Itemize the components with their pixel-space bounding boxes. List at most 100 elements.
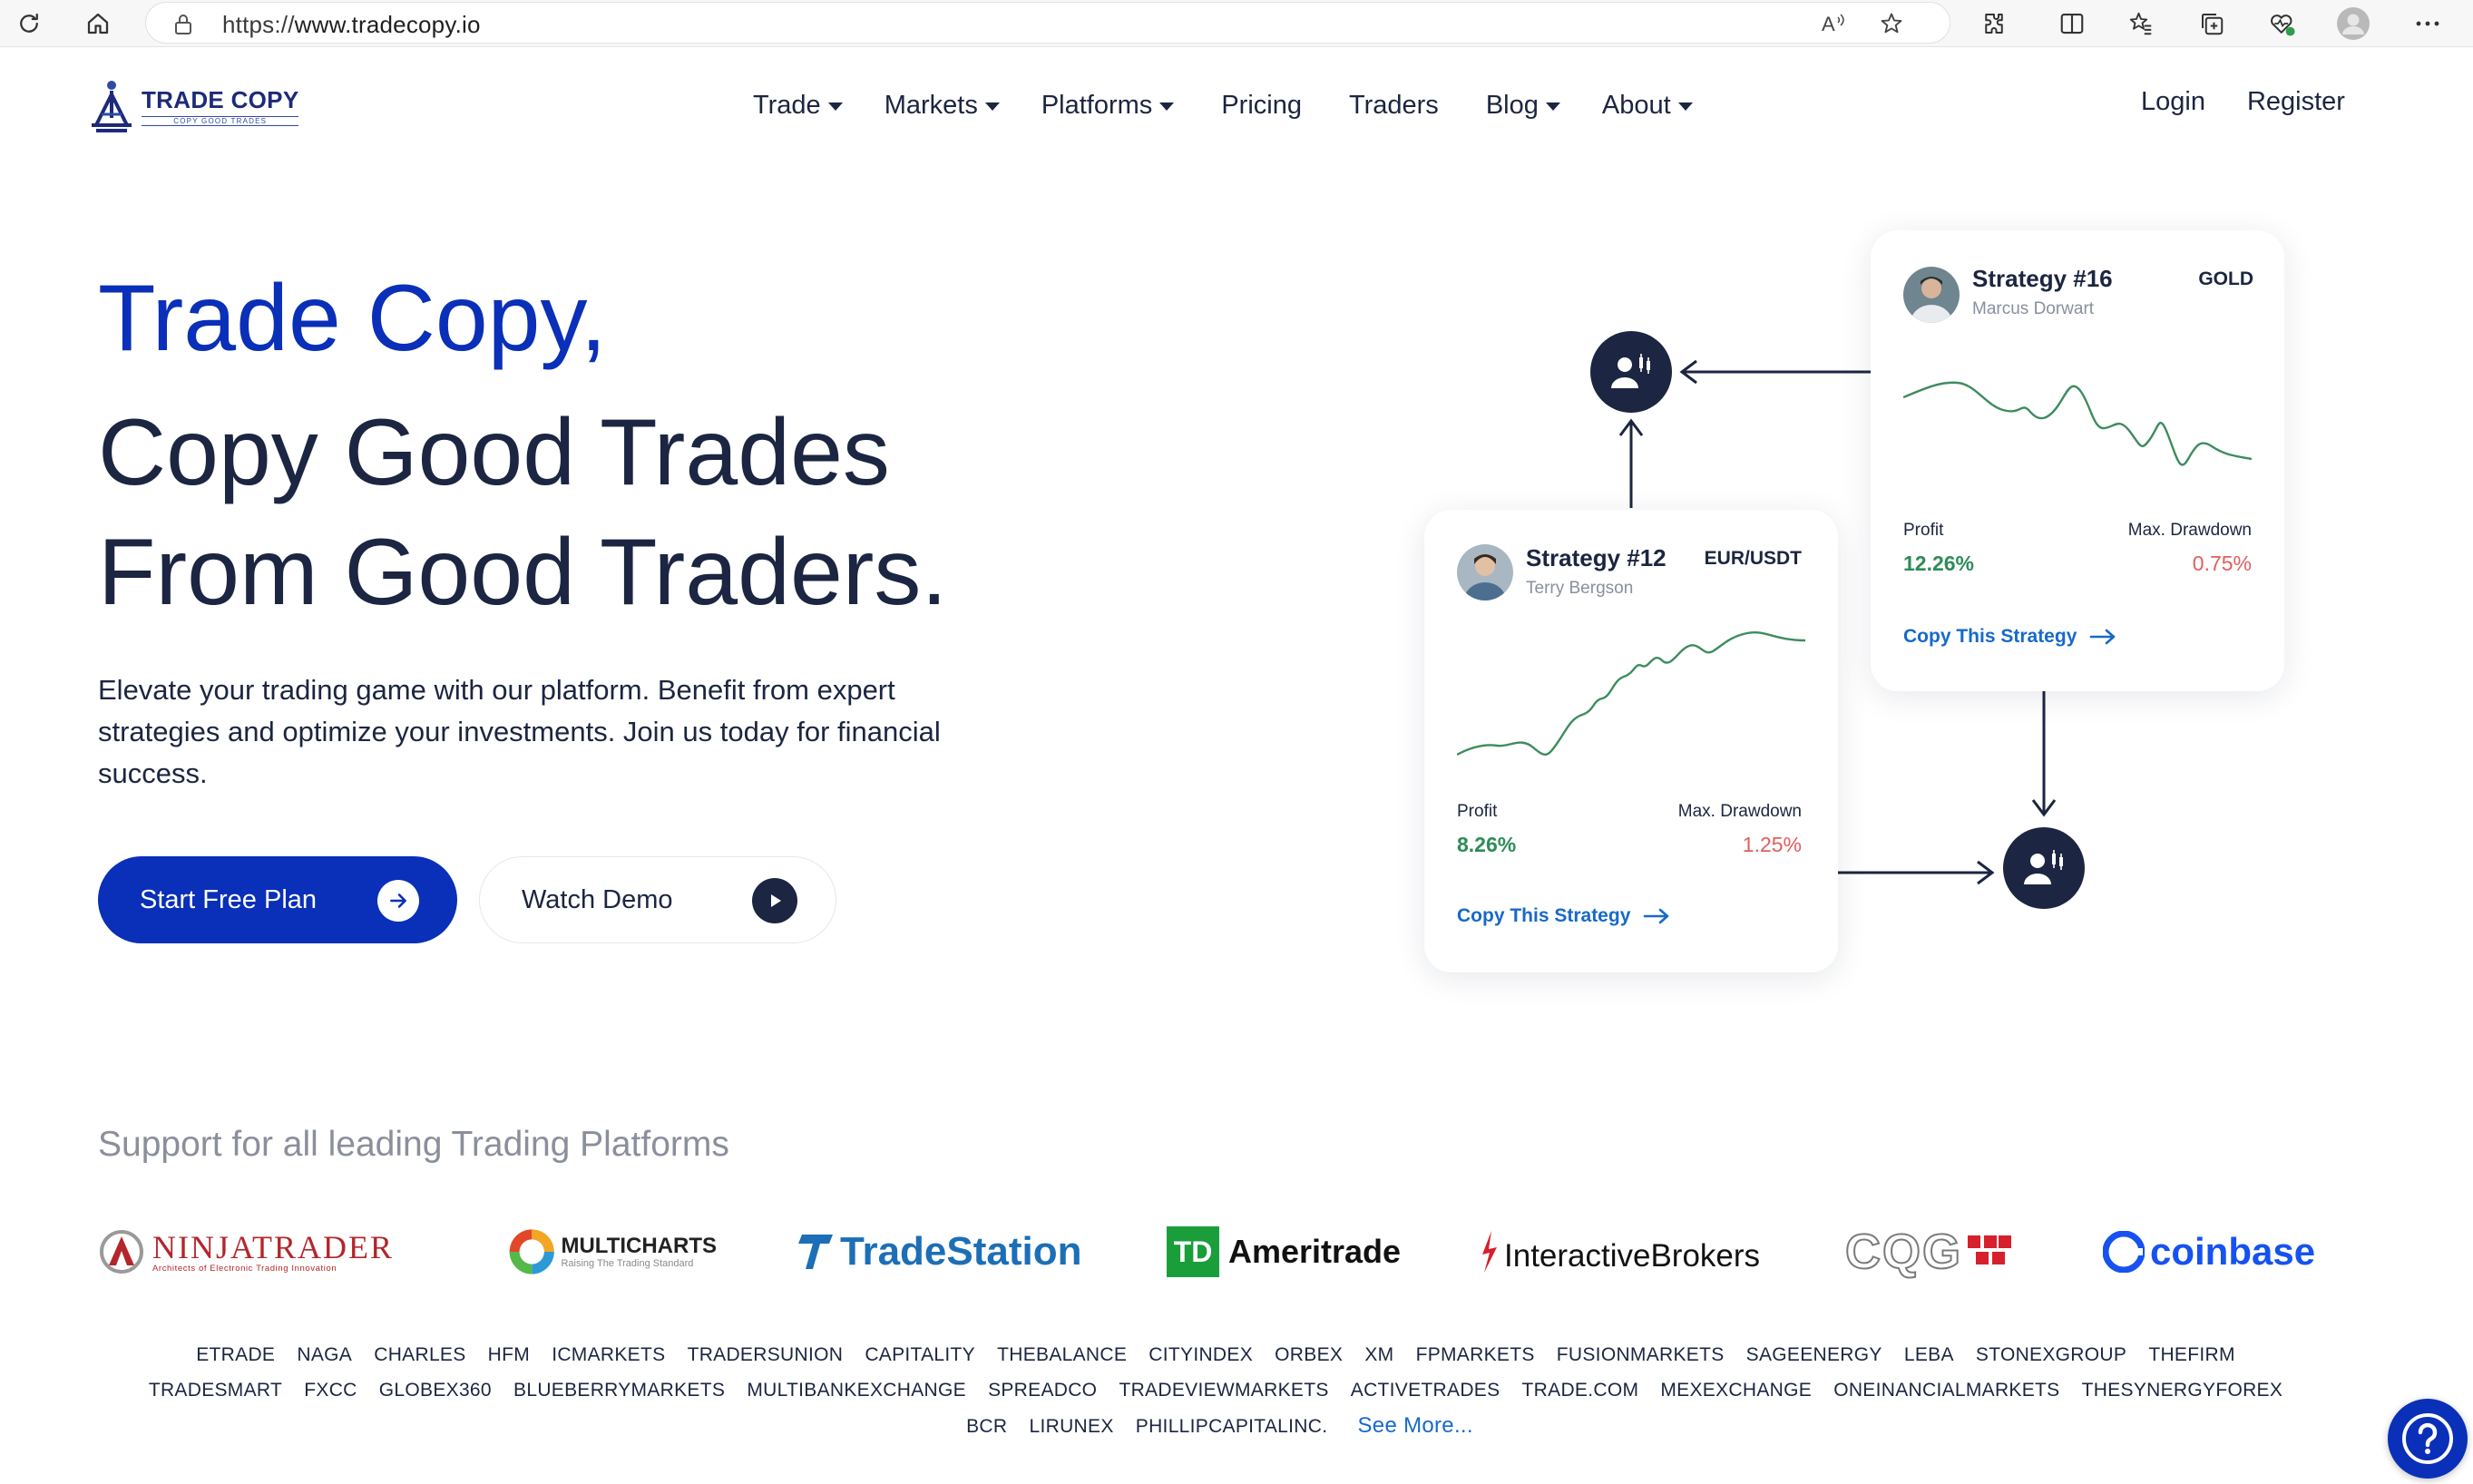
broker-link[interactable]: MULTIBANKEXCHANGE [747, 1380, 966, 1401]
broker-link[interactable]: TRADE.COM [1522, 1380, 1639, 1401]
broker-link[interactable]: THEFIRM [2148, 1344, 2234, 1365]
broker-link[interactable]: FXCC [304, 1380, 357, 1401]
site-logo[interactable]: TRADE COPY COPY GOOD TRADES [89, 78, 299, 134]
nav-trade[interactable]: Trade [753, 87, 843, 123]
broker-link[interactable]: FPMARKETS [1416, 1344, 1535, 1365]
platforms-heading: Support for all leading Trading Platform… [98, 1125, 729, 1164]
logo-multicharts[interactable]: MULTICHARTS Raising The Trading Standard [506, 1214, 717, 1290]
collections-icon[interactable] [2194, 5, 2230, 42]
more-menu-icon[interactable] [2409, 5, 2446, 42]
auth-links: Login Register [2141, 87, 2345, 117]
brand-tagline: COPY GOOD TRADES [142, 116, 299, 126]
platform-logos: NINJATRADER Architects of Electronic Tra… [98, 1214, 2330, 1290]
profile-avatar-icon[interactable] [2335, 5, 2371, 42]
hero-headline-accent: Trade Copy, [98, 266, 607, 371]
read-aloud-icon[interactable]: A [1821, 9, 1850, 38]
ninjatrader-wordmark: NINJATRADER [152, 1228, 395, 1265]
reload-icon[interactable] [11, 5, 47, 42]
broker-link[interactable]: THEBALANCE [997, 1344, 1127, 1365]
broker-link[interactable]: LIRUNEX [1030, 1416, 1114, 1437]
browser-essentials-icon[interactable] [2264, 5, 2301, 42]
broker-list: ETRADE NAGA CHARLES HFM ICMARKETS TRADER… [136, 1337, 2295, 1444]
favorite-star-icon[interactable] [1877, 9, 1906, 38]
broker-link[interactable]: NAGA [297, 1344, 352, 1365]
broker-link[interactable]: BCR [966, 1416, 1007, 1437]
broker-link[interactable]: STONEXGROUP [1976, 1344, 2126, 1365]
chevron-down-icon [1545, 102, 1560, 111]
chevron-down-icon [1159, 102, 1175, 111]
strategy-asset: EUR/USDT [1704, 548, 1802, 569]
login-link[interactable]: Login [2141, 87, 2205, 117]
ninjatrader-tagline: Architects of Electronic Trading Innovat… [152, 1263, 337, 1274]
copy-strategy-link[interactable]: Copy This Strategy [1903, 626, 2116, 648]
nav-about-label: About [1601, 90, 1671, 120]
nav-blog[interactable]: Blog [1486, 87, 1560, 123]
address-bar[interactable]: https://www.tradecopy.io A [145, 2, 1950, 44]
logo-coinbase[interactable]: coinbase [2103, 1214, 2330, 1290]
broker-link[interactable]: TRADEVIEWMARKETS [1119, 1380, 1328, 1401]
start-free-plan-label: Start Free Plan [140, 884, 318, 914]
chevron-down-icon [827, 102, 843, 111]
broker-link[interactable]: ACTIVETRADES [1351, 1380, 1500, 1401]
split-screen-icon[interactable] [2054, 5, 2090, 42]
main-nav: Trade Markets Platforms Pricing Traders … [753, 87, 1693, 123]
logo-interactive-brokers[interactable]: InteractiveBrokers [1477, 1214, 1776, 1290]
profit-value: 12.26% [1903, 552, 1975, 575]
td-badge-label: TD [1173, 1235, 1213, 1268]
broker-link[interactable]: SAGEENERGY [1746, 1344, 1882, 1365]
watch-demo-button[interactable]: Watch Demo [479, 856, 836, 943]
logo-tradestation[interactable]: TradeStation [798, 1214, 1098, 1290]
trader-avatar [1903, 267, 1960, 323]
ameritrade-wordmark: Ameritrade [1228, 1233, 1402, 1270]
broker-link[interactable]: CHARLES [374, 1344, 465, 1365]
drawdown-value: 0.75% [2192, 552, 2252, 575]
broker-link[interactable]: ETRADE [196, 1344, 275, 1365]
nav-platforms[interactable]: Platforms [1041, 87, 1175, 123]
favorites-icon[interactable] [2123, 5, 2159, 42]
trader-avatar [1457, 544, 1513, 600]
copy-strategy-link[interactable]: Copy This Strategy [1457, 905, 1670, 927]
cqg-flag-icon [1968, 1235, 2012, 1264]
lock-icon[interactable] [173, 14, 193, 40]
broker-link[interactable]: CAPITALITY [865, 1344, 975, 1365]
interactive-brokers-wordmark: InteractiveBrokers [1504, 1238, 1761, 1274]
broker-link[interactable]: TRADESMART [149, 1380, 282, 1401]
broker-link[interactable]: ORBEX [1275, 1344, 1343, 1365]
logo-td-ameritrade[interactable]: TD Ameritrade [1167, 1214, 1412, 1290]
interactive-brokers-icon [1482, 1231, 1497, 1273]
see-more-link[interactable]: See More... [1358, 1413, 1473, 1438]
broker-link[interactable]: PHILLIPCAPITALINC. [1136, 1416, 1328, 1437]
register-link[interactable]: Register [2247, 87, 2345, 117]
arrow-right-icon [2090, 629, 2116, 645]
nav-markets[interactable]: Markets [885, 87, 1000, 123]
broker-link[interactable]: GLOBEX360 [379, 1380, 492, 1401]
home-icon[interactable] [80, 5, 116, 42]
broker-link[interactable]: FUSIONMARKETS [1557, 1344, 1725, 1365]
logo-ninjatrader[interactable]: NINJATRADER Architects of Electronic Tra… [98, 1214, 426, 1290]
profit-value: 8.26% [1457, 833, 1517, 856]
multicharts-tagline: Raising The Trading Standard [561, 1258, 694, 1269]
logo-cqg[interactable]: CQG [1844, 1214, 2036, 1290]
strategy-title: Strategy #16 [1972, 265, 2113, 292]
broker-link[interactable]: BLUEBERRYMARKETS [513, 1380, 725, 1401]
broker-link[interactable]: CITYINDEX [1149, 1344, 1253, 1365]
nav-trade-label: Trade [753, 90, 821, 120]
broker-link[interactable]: ONEINANCIALMARKETS [1833, 1380, 2059, 1401]
nav-pricing[interactable]: Pricing [1221, 87, 1302, 123]
nav-traders[interactable]: Traders [1349, 87, 1439, 123]
broker-link[interactable]: LEBA [1904, 1344, 1954, 1365]
broker-link[interactable]: XM [1364, 1344, 1393, 1365]
help-button[interactable] [2388, 1399, 2468, 1479]
nav-about[interactable]: About [1602, 87, 1693, 123]
start-free-plan-button[interactable]: Start Free Plan [98, 856, 457, 943]
broker-link[interactable]: ICMARKETS [552, 1344, 665, 1365]
drawdown-label: Max. Drawdown [2127, 521, 2252, 540]
extensions-icon[interactable] [1976, 5, 2012, 42]
broker-link[interactable]: THESYNERGYFOREX [2082, 1380, 2283, 1401]
profit-label: Profit [1457, 802, 1498, 821]
multicharts-icon [509, 1229, 554, 1274]
broker-link[interactable]: MEXEXCHANGE [1660, 1380, 1812, 1401]
broker-link[interactable]: SPREADCO [988, 1380, 1097, 1401]
broker-link[interactable]: HFM [488, 1344, 530, 1365]
broker-link[interactable]: TRADERSUNION [688, 1344, 844, 1365]
